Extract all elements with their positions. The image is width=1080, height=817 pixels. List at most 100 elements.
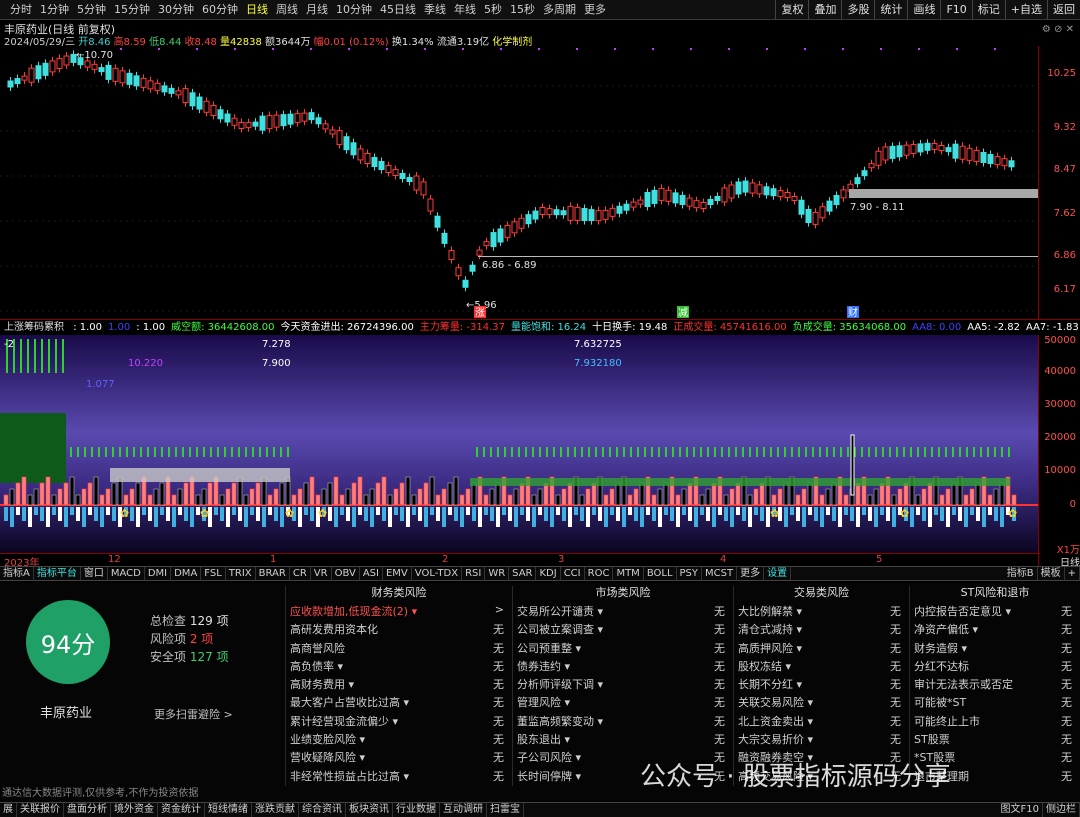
- risk-item[interactable]: 高质押风险 ▾ 无: [734, 640, 909, 658]
- risk-item[interactable]: 大比例解禁 ▾ 无: [734, 603, 909, 621]
- period-tab-3[interactable]: 15分钟: [110, 0, 154, 20]
- period-tab-1[interactable]: 1分钟: [36, 0, 73, 20]
- period-tab-15[interactable]: 多周期: [539, 0, 580, 20]
- risk-item[interactable]: 最大客户占营收比过高 ▾ 无: [286, 694, 512, 712]
- risk-item[interactable]: 股东退出 ▾ 无: [513, 731, 733, 749]
- tab-right-2[interactable]: +: [1065, 566, 1080, 581]
- risk-item[interactable]: 公司被立案调查 ▾ 无: [513, 621, 733, 639]
- toolbar-button-3[interactable]: 统计: [874, 0, 907, 20]
- risk-item[interactable]: 高研发费用资本化 无: [286, 621, 512, 639]
- indicator-tab-8[interactable]: BRAR: [256, 566, 290, 581]
- status-tab-4[interactable]: 资金统计: [158, 803, 205, 817]
- indicator-tab-16[interactable]: WR: [485, 566, 510, 581]
- risk-item[interactable]: 股权冻结 ▾ 无: [734, 658, 909, 676]
- indicator-tab-20[interactable]: ROC: [585, 566, 614, 581]
- toolbar-button-7[interactable]: +自选: [1004, 0, 1047, 20]
- toolbar-button-4[interactable]: 画线: [907, 0, 940, 20]
- status-tab-1[interactable]: 关联报价: [17, 803, 64, 817]
- risk-item[interactable]: 高负债率 ▾ 无: [286, 658, 512, 676]
- indicator-tab-4[interactable]: DMI: [145, 566, 172, 581]
- more-risk-link[interactable]: 更多扫雷避险 >: [154, 706, 233, 722]
- period-tab-12[interactable]: 年线: [450, 0, 480, 20]
- toolbar-button-5[interactable]: F10: [940, 0, 971, 20]
- period-tab-16[interactable]: 更多: [580, 0, 610, 20]
- indicator-tab-25[interactable]: 更多: [737, 566, 765, 581]
- indicator-tab-9[interactable]: CR: [290, 566, 311, 581]
- risk-item[interactable]: 净资产偏低 ▾ 无: [910, 621, 1080, 639]
- risk-item[interactable]: 北上资金卖出 ▾ 无: [734, 713, 909, 731]
- risk-item[interactable]: 高商誉风险 无: [286, 640, 512, 658]
- risk-item[interactable]: 清仓式减持 ▾ 无: [734, 621, 909, 639]
- indicator-tab-17[interactable]: SAR: [509, 566, 537, 581]
- indicator-tab-1[interactable]: 指标平台: [34, 566, 81, 581]
- risk-item[interactable]: 董监高频繁变动 ▾ 无: [513, 713, 733, 731]
- indicator-tab-23[interactable]: PSY: [677, 566, 703, 581]
- status-tab-8[interactable]: 板块资讯: [346, 803, 393, 817]
- indicator-tab-0[interactable]: 指标A: [0, 566, 34, 581]
- period-tab-6[interactable]: 日线: [242, 0, 272, 20]
- risk-item[interactable]: 应收款增加,低现金流(2) ▾ >: [286, 603, 512, 621]
- period-tab-8[interactable]: 月线: [302, 0, 332, 20]
- status-right-0[interactable]: 图文F10: [998, 803, 1043, 817]
- period-tab-9[interactable]: 10分钟: [332, 0, 376, 20]
- risk-item[interactable]: 分红不达标 无: [910, 658, 1080, 676]
- risk-item[interactable]: 可能被*ST 无: [910, 694, 1080, 712]
- status-tab-3[interactable]: 境外资金: [111, 803, 158, 817]
- indicator-tab-22[interactable]: BOLL: [644, 566, 677, 581]
- indicator-chart[interactable]: 7.278 7.900 7.632725 7.932180 10.220 1.077 -2 ✿…: [0, 335, 1080, 553]
- indicator-tab-24[interactable]: MCST: [702, 566, 738, 581]
- indicator-tab-19[interactable]: CCI: [561, 566, 585, 581]
- toolbar-button-1[interactable]: 叠加: [808, 0, 841, 20]
- status-tab-11[interactable]: 扫雷宝: [487, 803, 524, 817]
- indicator-tab-7[interactable]: TRIX: [226, 566, 256, 581]
- risk-item[interactable]: 可能终止上市 无: [910, 713, 1080, 731]
- status-tab-6[interactable]: 涨跌贡献: [252, 803, 299, 817]
- status-tab-10[interactable]: 互动调研: [440, 803, 487, 817]
- risk-item[interactable]: 管理风险 ▾ 无: [513, 694, 733, 712]
- status-right-1[interactable]: 侧边栏: [1043, 803, 1080, 817]
- indicator-tab-3[interactable]: MACD: [108, 566, 145, 581]
- period-tab-14[interactable]: 15秒: [506, 0, 539, 20]
- period-tab-5[interactable]: 60分钟: [198, 0, 242, 20]
- toolbar-button-0[interactable]: 复权: [775, 0, 808, 20]
- tab-right-1[interactable]: 模板: [1038, 566, 1065, 581]
- toolbar-button-6[interactable]: 标记: [971, 0, 1005, 20]
- indicator-tab-14[interactable]: VOL-TDX: [412, 566, 463, 581]
- risk-item[interactable]: 关联交易风险 ▾ 无: [734, 694, 909, 712]
- status-tab-5[interactable]: 短线情绪: [205, 803, 252, 817]
- risk-item[interactable]: 长期不分红 ▾ 无: [734, 676, 909, 694]
- window-controls[interactable]: ⚙ ⊘ ✕: [1042, 24, 1074, 35]
- indicator-tab-26[interactable]: 设置: [764, 566, 792, 581]
- indicator-tab-18[interactable]: KDJ: [536, 566, 561, 581]
- risk-item[interactable]: 高财务费用 ▾ 无: [286, 676, 512, 694]
- risk-item[interactable]: 营收疑降风险 ▾ 无: [286, 749, 512, 767]
- toolbar-button-2[interactable]: 多股: [841, 0, 874, 20]
- indicator-tab-5[interactable]: DMA: [171, 566, 202, 581]
- indicator-tab-10[interactable]: VR: [311, 566, 332, 581]
- indicator-tab-12[interactable]: ASI: [360, 566, 383, 581]
- status-tab-7[interactable]: 综合资讯: [299, 803, 346, 817]
- risk-item[interactable]: 大宗交易折价 ▾ 无: [734, 731, 909, 749]
- period-tab-0[interactable]: 分时: [6, 0, 36, 20]
- risk-item[interactable]: 财务造假 ▾ 无: [910, 640, 1080, 658]
- risk-item[interactable]: 内控报告否定意见 ▾ 无: [910, 603, 1080, 621]
- indicator-tab-15[interactable]: RSI: [462, 566, 486, 581]
- indicator-tab-13[interactable]: EMV: [383, 566, 412, 581]
- risk-item[interactable]: 公司预重整 ▾ 无: [513, 640, 733, 658]
- indicator-tab-6[interactable]: FSL: [201, 566, 226, 581]
- risk-item[interactable]: ST股票 无: [910, 731, 1080, 749]
- risk-item[interactable]: 交易所公开谴责 ▾ 无: [513, 603, 733, 621]
- period-tab-11[interactable]: 季线: [420, 0, 450, 20]
- indicator-tab-21[interactable]: MTM: [613, 566, 644, 581]
- risk-item[interactable]: 业绩变脸风险 ▾ 无: [286, 731, 512, 749]
- status-tab-9[interactable]: 行业数据: [393, 803, 440, 817]
- indicator-tab-11[interactable]: OBV: [332, 566, 360, 581]
- period-tab-7[interactable]: 周线: [272, 0, 302, 20]
- kline-chart[interactable]: 6.86 - 6.897.90 - 8.11←10.70←5.96涨减财: [0, 46, 1080, 319]
- period-tab-13[interactable]: 5秒: [480, 0, 506, 20]
- risk-item[interactable]: 审计无法表示或否定 无: [910, 676, 1080, 694]
- risk-item[interactable]: 债券违约 ▾ 无: [513, 658, 733, 676]
- period-tab-2[interactable]: 5分钟: [73, 0, 110, 20]
- period-tab-10[interactable]: 45日线: [376, 0, 420, 20]
- risk-item[interactable]: 分析师评级下调 ▾ 无: [513, 676, 733, 694]
